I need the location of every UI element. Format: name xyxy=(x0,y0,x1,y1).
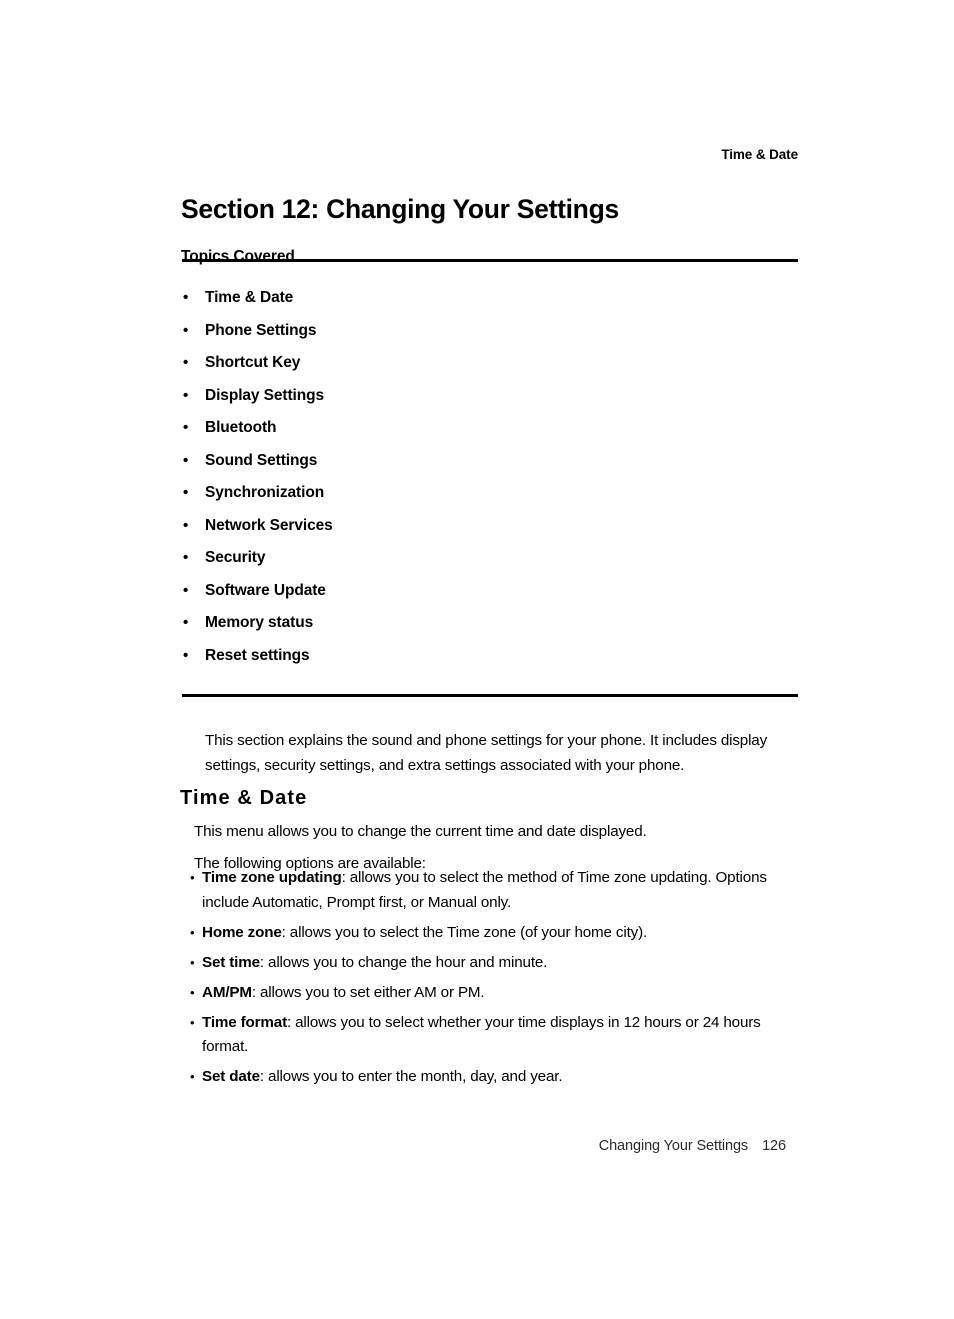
topic-list-item: • Shortcut Key xyxy=(181,353,798,386)
topic-list-item: • Network Services xyxy=(181,516,798,549)
topic-list-item: • Security xyxy=(181,548,798,581)
topic-label: Reset settings xyxy=(205,647,310,665)
bullet-icon: • xyxy=(190,1014,195,1030)
topic-list-item: • Phone Settings xyxy=(181,321,798,354)
topic-label: Synchronization xyxy=(205,484,325,502)
bullet-icon: • xyxy=(190,924,195,940)
topic-label: Software Update xyxy=(205,581,326,599)
option-term: Time zone updating xyxy=(202,869,342,886)
option-term: AM/PM xyxy=(202,983,252,1001)
option-description: : allows you to enter the month, day, an… xyxy=(259,1068,563,1085)
divider-top xyxy=(182,259,798,262)
bullet-icon: • xyxy=(183,581,189,599)
topic-list-item: • Sound Settings xyxy=(181,451,798,484)
bullet-icon: • xyxy=(190,1069,195,1084)
bullet-icon: • xyxy=(183,647,189,665)
subsection-heading: Time & Date xyxy=(180,786,308,809)
bullet-icon: • xyxy=(183,386,189,404)
topic-label: Network Services xyxy=(205,516,333,534)
bullet-icon: • xyxy=(183,354,189,372)
topic-label: Bluetooth xyxy=(205,419,277,437)
bullet-icon: • xyxy=(183,451,189,469)
option-description: : allows you to set either AM or PM. xyxy=(251,983,485,1001)
option-list-item: • Set time: allows you to change the hour… xyxy=(190,951,796,976)
option-description: : allows you to select the Time zone (of… xyxy=(281,923,648,941)
topics-list: • Time & Date • Phone Settings • Shortcut Key… xyxy=(181,288,798,679)
bullet-icon: • xyxy=(190,984,195,1000)
bullet-icon: • xyxy=(183,321,189,339)
option-list-item: • Set date: allows you to enter the month… xyxy=(190,1065,796,1090)
document-page: Time & Date Section 12: Changing Your Se… xyxy=(0,0,954,1319)
topic-label: Display Settings xyxy=(205,386,324,404)
option-term: Set date xyxy=(202,1068,260,1085)
running-header: Time & Date xyxy=(721,147,798,162)
topic-list-item: • Synchronization xyxy=(181,483,798,516)
topic-list-item: • Software Update xyxy=(181,581,798,614)
bullet-icon: • xyxy=(190,870,195,885)
option-description: : allows you to change the hour and minu… xyxy=(259,953,548,971)
option-list-item: • Home zone: allows you to select the Tim… xyxy=(190,921,796,946)
bullet-icon: • xyxy=(183,516,189,534)
topic-list-item: • Time & Date xyxy=(181,288,798,321)
bullet-icon: • xyxy=(190,954,195,970)
footer-title: Changing Your Settings xyxy=(598,1138,749,1154)
topic-label: Time & Date xyxy=(205,289,294,306)
topic-label: Shortcut Key xyxy=(205,354,301,372)
topic-label: Security xyxy=(205,549,266,567)
body-paragraph-1: This menu allows you to change the curre… xyxy=(194,823,647,841)
topic-label: Memory status xyxy=(205,614,314,632)
footer-page-number: 126 xyxy=(762,1138,786,1154)
page-footer: Changing Your Settings 126 xyxy=(182,1138,786,1155)
topic-list-item: • Reset settings xyxy=(181,646,798,679)
page-title: Section 12: Changing Your Settings xyxy=(181,193,619,224)
topic-list-item: • Display Settings xyxy=(181,386,798,419)
option-list-item: • Time zone updating: allows you to selec… xyxy=(190,866,796,915)
topic-label: Sound Settings xyxy=(205,451,318,469)
option-list-item: • AM/PM: allows you to set either AM or P… xyxy=(190,981,796,1006)
bullet-icon: • xyxy=(183,549,189,567)
options-list: • Time zone updating : allows you to selec… xyxy=(190,866,796,1095)
topic-label: Phone Settings xyxy=(205,321,317,339)
option-term: Home zone xyxy=(202,923,282,941)
topics-covered-label: Topics Covered xyxy=(181,247,295,265)
option-term: Set time xyxy=(202,953,260,971)
section-intro-paragraph: This section explains the sound and phon… xyxy=(205,732,768,775)
option-term: Time format xyxy=(202,1013,287,1031)
option-list-item: • Time format: allows you to select wheth… xyxy=(190,1011,796,1060)
topic-list-item: • Memory status xyxy=(181,613,798,646)
bullet-icon: • xyxy=(183,484,189,502)
bullet-icon: • xyxy=(183,614,189,632)
bullet-icon: • xyxy=(183,289,189,306)
bullet-icon: • xyxy=(183,419,189,437)
topic-list-item: • Bluetooth xyxy=(181,418,798,451)
divider-bottom xyxy=(182,694,798,697)
